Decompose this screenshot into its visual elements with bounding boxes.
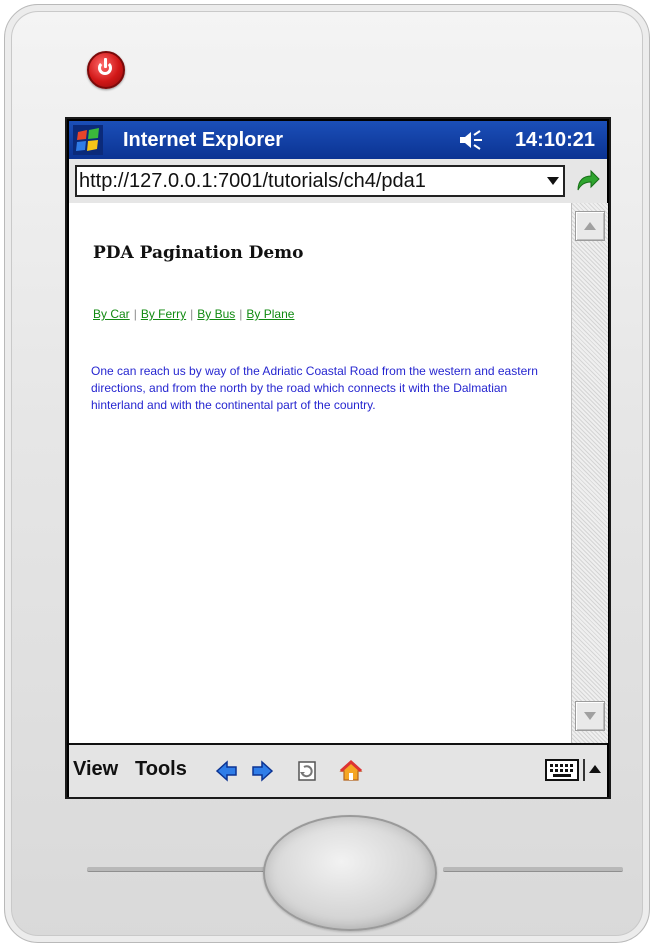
navigation-pad[interactable] bbox=[263, 815, 437, 931]
title-bar: Internet Explorer 14:10:21 bbox=[69, 121, 607, 159]
url-input[interactable]: http://127.0.0.1:7001/tutorials/ch4/pda1 bbox=[75, 165, 565, 197]
chevron-up-icon bbox=[589, 765, 601, 773]
link-by-ferry[interactable]: By Ferry bbox=[141, 307, 186, 321]
page-heading: PDA Pagination Demo bbox=[93, 243, 304, 263]
pda-screen: Internet Explorer 14:10:21 http://127.0.… bbox=[65, 117, 611, 799]
input-panel-toggle[interactable] bbox=[583, 759, 603, 781]
speaker-icon[interactable] bbox=[458, 129, 484, 151]
page-content: PDA Pagination Demo By Car | By Ferry | By B… bbox=[69, 203, 571, 743]
arrow-down-icon bbox=[584, 712, 596, 720]
transport-links: By Car | By Ferry | By Bus | By Plane bbox=[93, 307, 295, 321]
vertical-scrollbar[interactable] bbox=[571, 203, 608, 743]
body-paragraph: One can reach us by way of the Adriatic … bbox=[91, 364, 538, 412]
command-bar: View Tools bbox=[69, 743, 607, 797]
arrow-up-icon bbox=[584, 222, 596, 230]
address-bar: http://127.0.0.1:7001/tutorials/ch4/pda1 bbox=[69, 159, 607, 203]
device-trim-right bbox=[443, 867, 623, 872]
keyboard-icon[interactable] bbox=[545, 757, 579, 783]
back-icon[interactable] bbox=[215, 759, 239, 783]
refresh-icon[interactable] bbox=[296, 759, 320, 783]
power-button[interactable] bbox=[87, 51, 125, 89]
windows-flag-icon[interactable] bbox=[73, 125, 103, 155]
scroll-down-button[interactable] bbox=[575, 701, 605, 731]
link-by-car[interactable]: By Car bbox=[93, 307, 130, 321]
clock[interactable]: 14:10:21 bbox=[515, 129, 595, 152]
app-title: Internet Explorer bbox=[123, 129, 284, 151]
home-icon[interactable] bbox=[339, 759, 363, 783]
url-text: http://127.0.0.1:7001/tutorials/ch4/pda1 bbox=[79, 170, 426, 192]
url-dropdown-icon[interactable] bbox=[547, 177, 559, 185]
device-trim-left bbox=[87, 867, 267, 872]
link-by-plane[interactable]: By Plane bbox=[246, 307, 294, 321]
go-arrow-icon[interactable] bbox=[574, 168, 600, 194]
tools-menu[interactable]: Tools bbox=[135, 758, 187, 781]
view-menu[interactable]: View bbox=[73, 758, 118, 781]
pda-device: Internet Explorer 14:10:21 http://127.0.… bbox=[4, 4, 650, 943]
scroll-up-button[interactable] bbox=[575, 211, 605, 241]
forward-icon[interactable] bbox=[250, 759, 274, 783]
link-by-bus[interactable]: By Bus bbox=[197, 307, 235, 321]
